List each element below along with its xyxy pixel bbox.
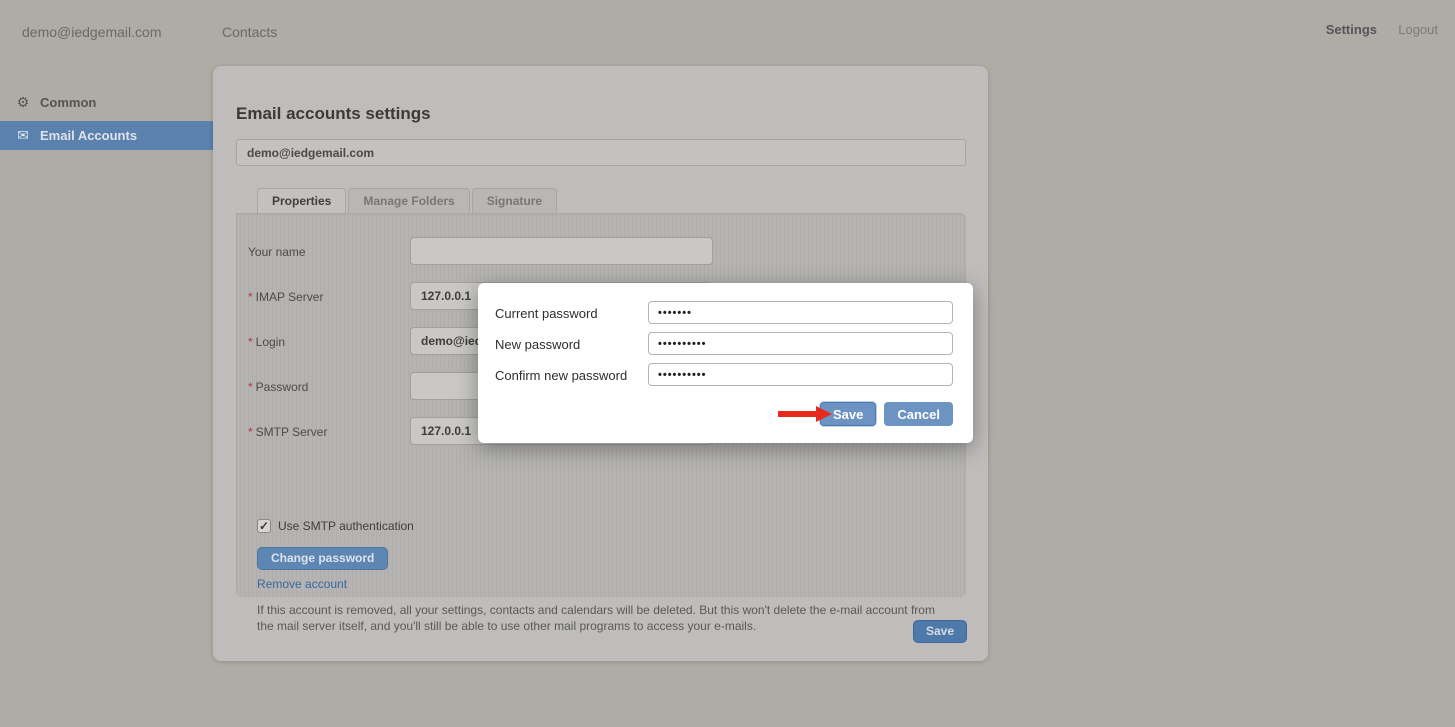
your-name-input[interactable]	[410, 237, 713, 265]
sidebar-item-label: Common	[40, 95, 96, 110]
nav-settings[interactable]: Settings	[1326, 22, 1377, 37]
annotation-arrow-icon	[778, 406, 832, 422]
field-label: Your name	[248, 245, 306, 259]
change-password-button[interactable]: Change password	[257, 547, 388, 570]
account-header-label: demo@iedgemail.com	[247, 146, 374, 160]
field-label: New password	[495, 337, 580, 352]
account-header-bar[interactable]: demo@iedgemail.com	[236, 139, 966, 166]
arrow-head	[816, 406, 832, 422]
field-label: *Password	[248, 380, 308, 394]
required-marker: *	[248, 290, 253, 304]
remove-account-warning-text: If this account is removed, all your set…	[257, 603, 952, 635]
field-label: *SMTP Server	[248, 425, 327, 439]
tab-strip: Properties Manage Folders Signature	[257, 188, 559, 213]
gear-icon: ⚙	[14, 94, 32, 111]
field-label: *Login	[248, 335, 285, 349]
form-row-your-name: Your name	[236, 237, 966, 265]
topbar-account-email: demo@iedgemail.com	[22, 24, 162, 40]
field-label: Confirm new password	[495, 368, 627, 383]
field-label: *IMAP Server	[248, 290, 323, 304]
modal-row-current-password: Current password	[478, 301, 973, 324]
smtp-auth-checkbox-row[interactable]: ✓ Use SMTP authentication	[257, 519, 414, 533]
required-marker: *	[248, 425, 253, 439]
modal-row-new-password: New password	[478, 332, 973, 355]
required-marker: *	[248, 335, 253, 349]
current-password-input[interactable]	[648, 301, 953, 324]
sidebar-item-common[interactable]: ⚙ Common	[0, 88, 213, 117]
confirm-password-input[interactable]	[648, 363, 953, 386]
page-title: Email accounts settings	[236, 104, 431, 124]
nav-logout[interactable]: Logout	[1398, 22, 1438, 37]
modal-button-row: Save Cancel	[820, 402, 953, 426]
smtp-auth-label: Use SMTP authentication	[278, 519, 414, 533]
sidebar-item-email-accounts[interactable]: ✉ Email Accounts	[0, 121, 213, 150]
tab-properties[interactable]: Properties	[257, 188, 346, 213]
tab-manage-folders[interactable]: Manage Folders	[348, 188, 469, 213]
checkbox-checked-icon[interactable]: ✓	[257, 519, 271, 533]
settings-sidebar: ⚙ Common ✉ Email Accounts	[0, 88, 213, 150]
sidebar-item-label: Email Accounts	[40, 128, 137, 143]
required-marker: *	[248, 380, 253, 394]
change-password-modal: Current password New password Confirm ne…	[478, 283, 973, 443]
envelope-icon: ✉	[14, 127, 32, 144]
tab-signature[interactable]: Signature	[472, 188, 557, 213]
remove-account-link[interactable]: Remove account	[257, 577, 347, 591]
field-label: Current password	[495, 306, 598, 321]
top-bar: demo@iedgemail.com Contacts Settings Log…	[0, 0, 1455, 57]
modal-row-confirm-password: Confirm new password	[478, 363, 973, 386]
modal-cancel-button[interactable]: Cancel	[884, 402, 953, 426]
arrow-shaft	[778, 411, 818, 417]
new-password-input[interactable]	[648, 332, 953, 355]
nav-contacts[interactable]: Contacts	[222, 24, 277, 40]
save-button[interactable]: Save	[913, 620, 967, 643]
